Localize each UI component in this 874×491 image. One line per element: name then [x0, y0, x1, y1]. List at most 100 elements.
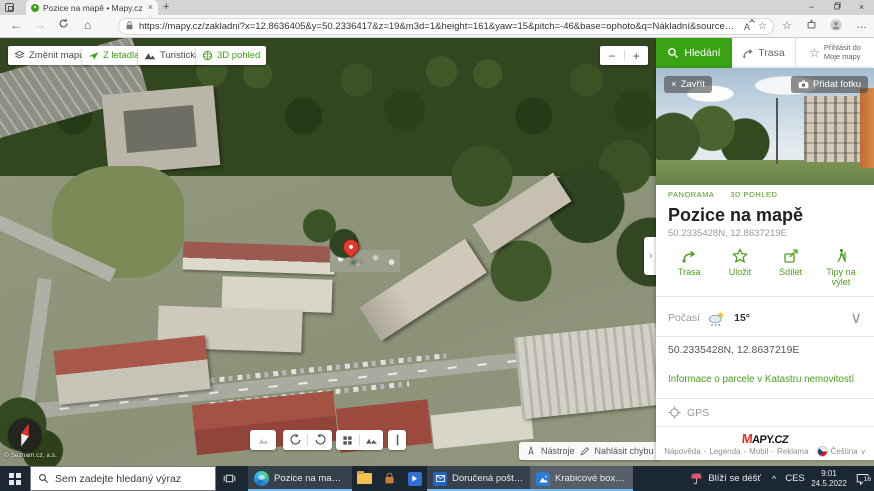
footer-link-legend[interactable]: Legenda — [709, 447, 740, 456]
rotate-control — [283, 430, 332, 450]
language-selector[interactable]: Čeština — [831, 447, 858, 456]
zoom-out-button[interactable]: − — [600, 49, 624, 63]
read-aloud-icon[interactable]: A — [744, 22, 753, 32]
separator: - — [704, 447, 707, 456]
minimize-button[interactable]: − — [799, 0, 824, 15]
vertical-bar-icon — [396, 434, 399, 446]
compass[interactable] — [8, 418, 42, 452]
route-icon — [742, 47, 754, 59]
taskbar-search[interactable] — [30, 466, 216, 491]
taskbar-task-edge[interactable]: Pozice na mapě • ... — [248, 466, 352, 491]
rotate-right-button[interactable] — [308, 430, 332, 450]
map-tools-bar: Nástroje Nahlásit chybu — [519, 442, 661, 460]
tray-clock[interactable]: 9:01 24.5.2022 — [808, 469, 850, 489]
taskbar-app-store[interactable] — [377, 466, 402, 491]
taskbar-task-photos[interactable]: Krabicové boxy na ... — [530, 466, 633, 491]
taskbar-task-outlook[interactable]: Doručená pošta - k... — [427, 466, 530, 491]
new-tab-button[interactable]: + — [163, 1, 169, 13]
tray-weather[interactable]: Blíží se déšť — [685, 472, 766, 485]
login-my-maps-button[interactable]: ☆ Přihlásit do Moje mapy — [796, 38, 874, 68]
edge-icon — [254, 471, 269, 486]
search-icon — [667, 47, 679, 59]
envelope-icon — [433, 472, 447, 486]
report-error-button[interactable]: Nahlásit chybu — [595, 446, 654, 456]
photo-grass — [656, 160, 874, 185]
grid-view-button[interactable] — [336, 430, 359, 450]
tray-language[interactable]: CES — [782, 473, 808, 484]
tools-button[interactable]: Nástroje — [541, 446, 575, 456]
change-map-button[interactable]: Změnit mapu — [8, 46, 90, 65]
pin-shadow — [350, 260, 362, 265]
tab-close-icon[interactable]: × — [148, 3, 153, 12]
photo-building — [804, 96, 862, 162]
measure-button[interactable] — [388, 430, 406, 450]
task-view-icon — [223, 472, 236, 485]
tab-3d-view[interactable]: 3D POHLED — [730, 190, 777, 199]
tab-overview-icon[interactable] — [5, 3, 14, 12]
zoom-control: − + — [600, 46, 648, 65]
terrain-view-button[interactable] — [360, 430, 383, 450]
gps-row[interactable]: GPS — [668, 406, 709, 419]
action-route-button[interactable]: Trasa — [664, 248, 715, 287]
tray-time: 9:01 — [821, 469, 837, 478]
browser-tab-bar: Pozice na mapě • Mapy.cz × + − × — [0, 0, 874, 15]
login-line2: Moje mapy — [824, 52, 861, 61]
rotate-left-button[interactable] — [283, 430, 307, 450]
task-view-button[interactable] — [216, 466, 242, 491]
favorites-bar-icon[interactable]: ☆ — [782, 19, 792, 32]
system-tray: Blíží se déšť ^ CES 9:01 24.5.2022 16 — [685, 466, 874, 491]
taskbar-app-file-explorer[interactable] — [352, 466, 377, 491]
screen: Pozice na mapě • Mapy.cz × + − × ← → ⌂ h… — [0, 0, 874, 491]
windows-logo-icon — [9, 473, 21, 485]
profile-avatar-icon[interactable] — [830, 19, 842, 34]
weather-icon — [707, 311, 727, 326]
action-center-button[interactable]: 16 — [850, 473, 874, 485]
taskbar-search-input[interactable] — [55, 473, 195, 485]
search-button[interactable]: Hledání — [656, 38, 732, 68]
address-bar[interactable]: https://mapy.cz/zakladni?x=12.8636405&y=… — [118, 18, 774, 35]
action-share-button[interactable]: Sdílet — [765, 248, 816, 287]
collections-icon[interactable] — [806, 19, 817, 33]
view-3d-button[interactable]: 3D pohled — [196, 46, 266, 65]
taskbar-app-movies[interactable] — [402, 466, 427, 491]
photo-lamp-post — [776, 98, 778, 164]
zoom-in-button[interactable]: + — [625, 49, 649, 63]
footer-link-help[interactable]: Nápověda — [664, 447, 700, 456]
page-title: Pozice na mapě — [668, 205, 803, 226]
panel-footer: Nápověda - Legenda - Mobil - Reklama Češ… — [656, 446, 874, 457]
tab-panorama[interactable]: PANORAMA — [668, 190, 714, 199]
rotate-left-icon — [290, 434, 301, 446]
back-icon[interactable]: ← — [10, 18, 22, 32]
cadastre-link[interactable]: Informace o parcele v Katastru nemovitos… — [668, 374, 854, 385]
search-icon — [38, 473, 49, 484]
window-controls: − × — [799, 0, 874, 15]
folder-icon — [357, 473, 372, 484]
weather-row[interactable]: Počasí 15° ∨ — [668, 304, 862, 332]
aerial-view-button[interactable]: Z letadla — [82, 46, 145, 65]
close-panel-button[interactable]: × Zavřít — [664, 76, 712, 93]
photo-trees — [656, 96, 771, 168]
footer-link-mobile[interactable]: Mobil — [749, 447, 768, 456]
route-button[interactable]: Trasa — [732, 38, 796, 68]
add-photo-button[interactable]: Přidat fotku — [791, 76, 868, 93]
place-photo[interactable]: × Zavřít Přidat fotku — [656, 68, 874, 185]
tray-expand-button[interactable]: ^ — [766, 474, 782, 484]
footer-link-ads[interactable]: Reklama — [777, 447, 809, 456]
home-icon[interactable]: ⌂ — [84, 18, 91, 32]
close-window-button[interactable]: × — [849, 0, 874, 15]
tilt-down-button[interactable] — [250, 430, 276, 450]
action-save-button[interactable]: Uložit — [715, 248, 766, 287]
browser-menu-icon[interactable]: … — [856, 19, 867, 31]
browser-tab[interactable]: Pozice na mapě • Mapy.cz × — [26, 0, 158, 15]
start-button[interactable] — [0, 466, 30, 491]
restore-button[interactable] — [824, 0, 849, 15]
mountain-3d-icon — [365, 435, 378, 446]
separator: - — [744, 447, 747, 456]
mapycz-favicon — [31, 4, 39, 12]
action-trip-tips-button[interactable]: Tipy na výlet — [816, 248, 866, 287]
tray-date: 24.5.2022 — [811, 479, 847, 488]
star-icon — [732, 248, 748, 264]
favorites-star-icon[interactable]: ☆ — [758, 21, 767, 32]
refresh-icon[interactable] — [58, 18, 69, 32]
panel-action-buttons: Trasa Uložit Sdílet Tipy na výlet — [664, 248, 866, 287]
